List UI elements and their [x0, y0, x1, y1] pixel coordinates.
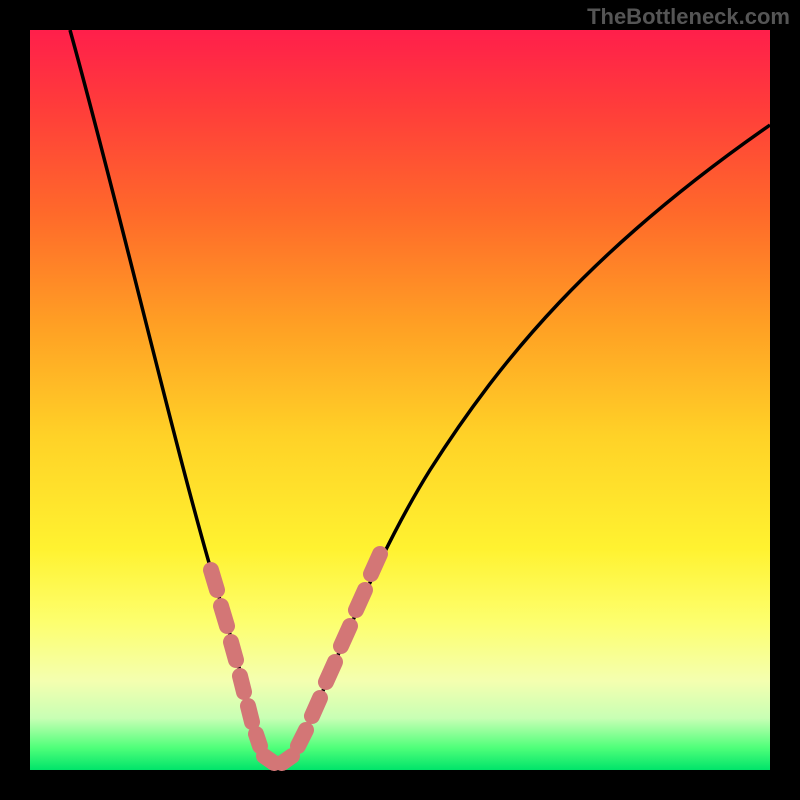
- highlight-dash: [356, 590, 365, 610]
- highlight-dash: [256, 734, 260, 746]
- bottleneck-curve: [30, 30, 770, 770]
- curve-path: [70, 30, 770, 765]
- highlight-dash: [298, 730, 306, 746]
- highlight-dash: [282, 756, 292, 763]
- highlight-dash: [248, 706, 252, 722]
- highlight-dash: [341, 626, 350, 646]
- highlight-dash: [312, 698, 320, 716]
- highlight-dash: [264, 756, 274, 763]
- chart-stage: TheBottleneck.com: [0, 0, 800, 800]
- plot-area: [30, 30, 770, 770]
- highlight-dash: [371, 554, 380, 574]
- highlight-dash: [326, 662, 335, 682]
- highlight-dash: [240, 676, 244, 692]
- highlight-dash: [231, 642, 236, 660]
- watermark-text: TheBottleneck.com: [587, 4, 790, 30]
- highlight-dash: [221, 606, 227, 626]
- highlight-dash: [211, 570, 217, 590]
